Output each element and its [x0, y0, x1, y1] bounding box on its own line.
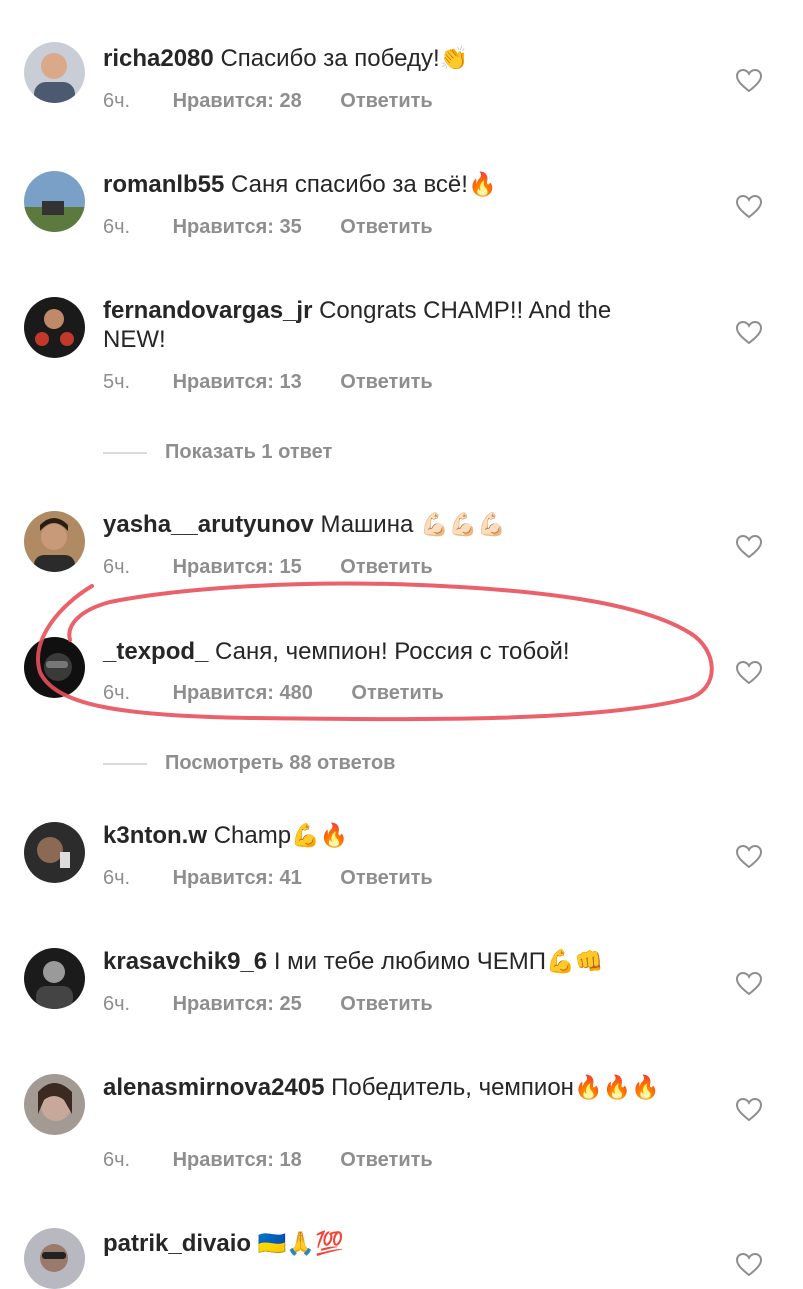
comment-likes[interactable]: Нравится: 15	[173, 556, 302, 579]
thread-divider	[103, 451, 147, 454]
reply-button[interactable]: Ответить	[351, 682, 443, 705]
heart-icon[interactable]	[736, 972, 762, 996]
comment-text: Саня спасибо за всё!	[231, 171, 468, 198]
heart-icon[interactable]	[736, 69, 762, 93]
comment-time: 6ч.	[103, 90, 131, 112]
comment-likes[interactable]: Нравится: 18	[173, 1149, 302, 1172]
reply-button[interactable]: Ответить	[340, 90, 432, 113]
flexed-biceps-fire-emoji-icon: 💪🔥	[291, 823, 349, 849]
avatar[interactable]	[24, 948, 85, 1009]
comment-username[interactable]: krasavchik9_6	[103, 948, 267, 975]
comment-username[interactable]: alenasmirnova2405	[103, 1074, 324, 1101]
avatar[interactable]	[24, 1074, 85, 1135]
flexed-biceps-fist-emoji-icon: 💪👊	[545, 949, 604, 975]
comment-likes[interactable]: Нравится: 480	[173, 682, 313, 705]
reply-button[interactable]: Ответить	[340, 556, 432, 579]
comment-username[interactable]: fernandovargas_jr	[103, 297, 312, 324]
comment-likes[interactable]: Нравится: 25	[173, 993, 302, 1016]
show-replies-button[interactable]: Показать 1 ответ	[103, 441, 332, 464]
comment-text: Champ	[213, 822, 292, 849]
flexed-biceps-emoji-icon: 💪🏻💪🏻💪🏻	[419, 512, 506, 538]
comment-username[interactable]: yasha__arutyunov	[103, 511, 314, 538]
view-replies-button[interactable]: Посмотреть 88 ответов	[103, 752, 395, 775]
comment-text: І ми тебе любимо ЧЕМП	[273, 948, 546, 975]
avatar[interactable]	[24, 297, 85, 358]
avatar[interactable]	[24, 511, 85, 572]
comment-time: 5ч.	[103, 371, 131, 393]
comment-text: Саня, чемпион! Россия с тобой!	[215, 638, 570, 665]
heart-icon[interactable]	[736, 195, 762, 219]
comment-username[interactable]: romanlb55	[103, 171, 224, 198]
heart-icon[interactable]	[736, 845, 762, 869]
heart-icon[interactable]	[736, 321, 762, 345]
reply-button[interactable]: Ответить	[340, 993, 432, 1016]
comment-username[interactable]: _texpod_	[103, 638, 208, 665]
comment-likes[interactable]: Нравится: 28	[173, 90, 302, 113]
show-replies-label: Показать 1 ответ	[165, 441, 333, 463]
heart-icon[interactable]	[736, 535, 762, 559]
avatar[interactable]	[24, 171, 85, 232]
avatar[interactable]	[24, 42, 85, 103]
comment-time: 6ч.	[103, 993, 131, 1015]
comment-text: Спасибо за победу!	[220, 45, 440, 72]
comment-likes[interactable]: Нравится: 41	[173, 867, 302, 890]
comment-likes[interactable]: Нравится: 13	[173, 371, 302, 394]
heart-icon[interactable]	[736, 1098, 762, 1122]
reply-button[interactable]: Ответить	[340, 216, 432, 239]
reply-button[interactable]: Ответить	[340, 1149, 432, 1172]
fire-emoji-icon: 🔥	[467, 172, 497, 198]
comment-time: 6ч.	[103, 556, 131, 578]
comment-time: 6ч.	[103, 1149, 131, 1171]
reply-button[interactable]: Ответить	[340, 371, 432, 394]
view-replies-label: Посмотреть 88 ответов	[165, 752, 396, 774]
avatar[interactable]	[24, 637, 85, 698]
comment-time: 6ч.	[103, 216, 131, 238]
comment-likes[interactable]: Нравится: 35	[173, 216, 302, 239]
avatar[interactable]	[24, 822, 85, 883]
thread-divider	[103, 762, 147, 765]
reply-button[interactable]: Ответить	[340, 867, 432, 890]
clapping-hands-emoji-icon: 👏	[439, 46, 469, 72]
comment-username[interactable]: patrik_divaio	[103, 1230, 251, 1257]
comment-username[interactable]: richa2080	[103, 45, 214, 72]
heart-icon[interactable]	[736, 661, 762, 685]
comment-username[interactable]: k3nton.w	[103, 822, 207, 849]
comment-text: Машина	[320, 511, 414, 538]
comment-time: 6ч.	[103, 682, 131, 704]
fire-emoji-icon: 🔥🔥🔥	[573, 1075, 660, 1101]
comment-time: 6ч.	[103, 867, 131, 889]
heart-icon[interactable]	[736, 1253, 762, 1277]
flag-pray-hundred-emoji-icon: 🇺🇦🙏💯	[257, 1231, 344, 1257]
comment-text: Победитель, чемпион	[331, 1074, 574, 1101]
